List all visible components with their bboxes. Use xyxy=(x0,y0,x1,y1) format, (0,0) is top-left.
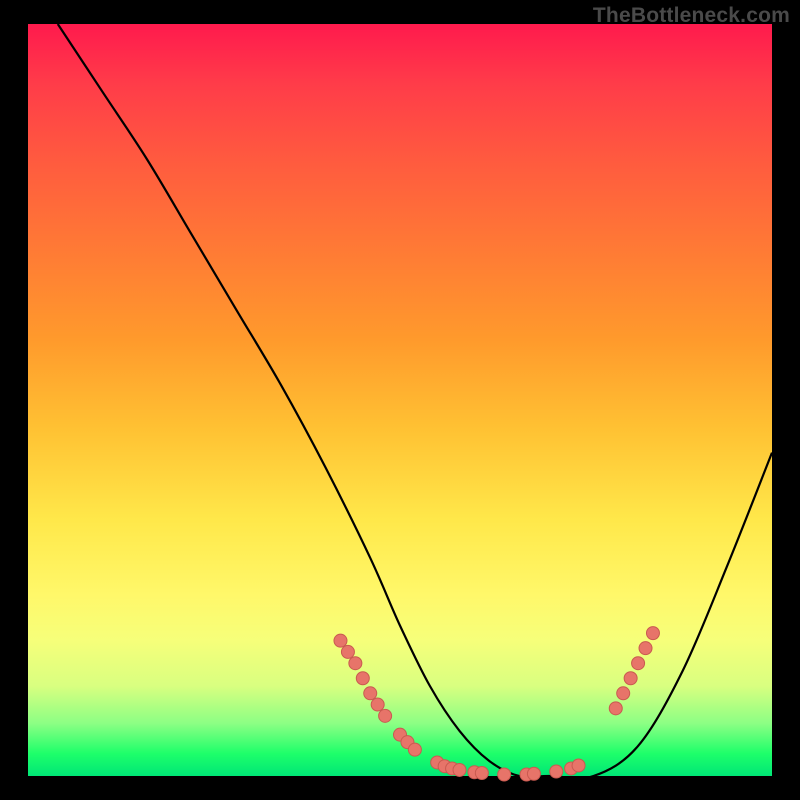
bottleneck-curve xyxy=(58,24,772,778)
curve-marker xyxy=(498,768,511,781)
curve-markers xyxy=(334,627,659,781)
curve-marker xyxy=(646,627,659,640)
curve-marker xyxy=(341,645,354,658)
plot-area xyxy=(28,24,772,776)
curve-marker xyxy=(572,759,585,772)
curve-svg xyxy=(28,24,772,776)
curve-marker xyxy=(624,672,637,685)
curve-marker xyxy=(371,698,384,711)
curve-marker xyxy=(364,687,377,700)
curve-marker xyxy=(550,765,563,778)
curve-marker xyxy=(475,766,488,779)
curve-marker xyxy=(334,634,347,647)
curve-marker xyxy=(349,657,362,670)
curve-marker xyxy=(617,687,630,700)
curve-marker xyxy=(639,642,652,655)
curve-marker xyxy=(379,709,392,722)
curve-marker xyxy=(632,657,645,670)
curve-marker xyxy=(408,743,421,756)
curve-marker xyxy=(356,672,369,685)
curve-marker xyxy=(453,763,466,776)
chart-frame: TheBottleneck.com xyxy=(0,0,800,800)
curve-marker xyxy=(527,767,540,780)
curve-marker xyxy=(609,702,622,715)
